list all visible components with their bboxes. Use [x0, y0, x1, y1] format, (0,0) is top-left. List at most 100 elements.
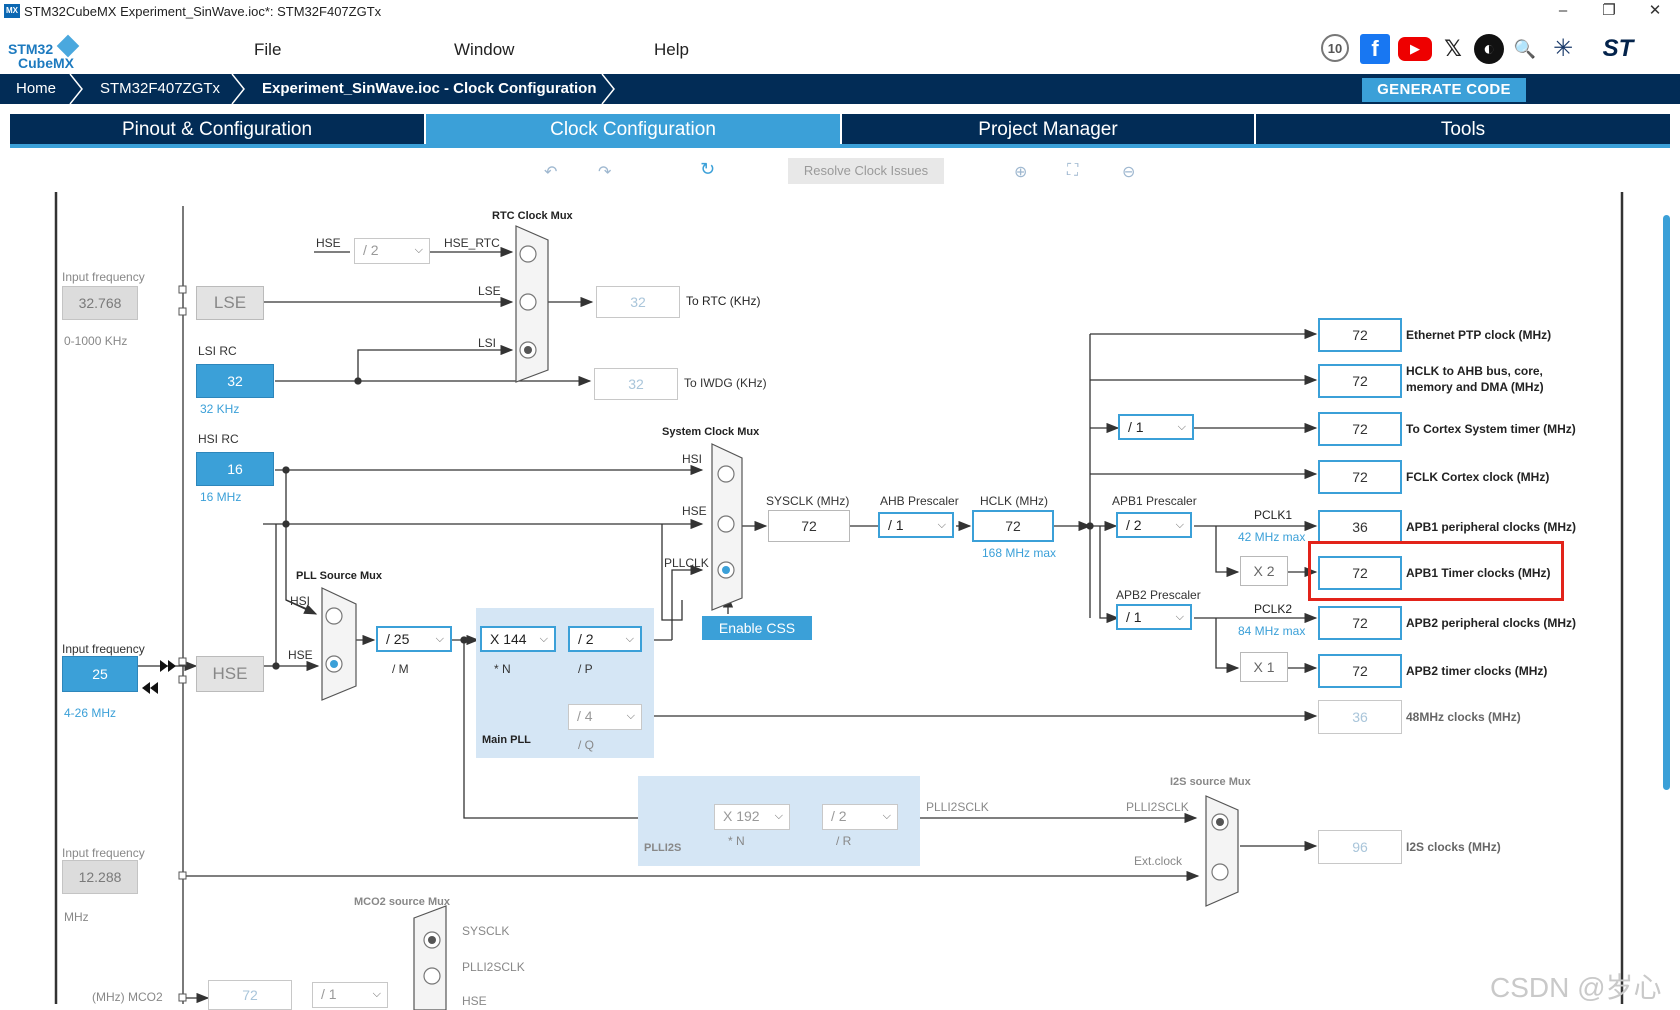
- apb2-prescaler-value: / 1: [1126, 609, 1142, 625]
- sysclk-label: SYSCLK (MHz): [766, 494, 850, 508]
- mco2-source-mux-title: MCO2 source Mux: [354, 896, 450, 908]
- plli2s-r-label: / R: [836, 834, 852, 848]
- apb1-timer-multiplier: X 2: [1240, 556, 1288, 586]
- i2s-clocks-value[interactable]: 96: [1318, 830, 1402, 864]
- plli2s-n-value: X 192: [723, 808, 760, 824]
- ext-input-frequency-label: Input frequency: [62, 846, 145, 860]
- pclk2-max-label: 84 MHz max: [1238, 624, 1306, 638]
- lse-oscillator: LSE: [196, 286, 264, 320]
- plli2s-r-value: / 2: [831, 808, 847, 824]
- rtc-lse-label: LSE: [478, 284, 501, 298]
- lse-range-label: 0-1000 KHz: [64, 334, 128, 348]
- hclk-value[interactable]: 72: [972, 510, 1054, 542]
- apb1-prescaler-select[interactable]: / 2 ⌵: [1116, 512, 1192, 538]
- i2s-mux-plli2sclk-label: PLLI2SCLK: [1126, 800, 1189, 814]
- chevron-down-icon: ⌵: [414, 244, 423, 256]
- ext-input-frequency-field[interactable]: 12.288: [62, 860, 138, 894]
- pll-p-divider-select[interactable]: / 2 ⌵: [568, 626, 642, 652]
- chevron-down-icon: ⌵: [882, 810, 891, 822]
- highlight-box: [1308, 541, 1564, 601]
- apb1-peripheral-clocks-value[interactable]: 36: [1318, 510, 1402, 544]
- fclk-cortex-clock-label: FCLK Cortex clock (MHz): [1406, 470, 1550, 484]
- to-rtc-label: To RTC (KHz): [686, 294, 761, 308]
- hse-input-frequency-field[interactable]: 25: [62, 656, 138, 692]
- apb2-prescaler-select[interactable]: / 1 ⌵: [1116, 604, 1192, 630]
- hse-rtc-divider-select[interactable]: / 2 ⌵: [354, 238, 430, 264]
- chevron-down-icon: ⌵: [372, 988, 381, 1000]
- chevron-down-icon: ⌵: [1175, 519, 1184, 531]
- 48mhz-clocks-value[interactable]: 36: [1318, 700, 1402, 734]
- hclk-ahb-value[interactable]: 72: [1318, 364, 1402, 398]
- ethernet-ptp-clock-value[interactable]: 72: [1318, 318, 1402, 352]
- mco2-output-label: (MHz) MCO2: [92, 990, 163, 1004]
- chevron-down-icon: ⌵: [625, 633, 634, 645]
- cortex-timer-divider-select[interactable]: / 1 ⌵: [1118, 414, 1194, 440]
- chevron-down-icon: ⌵: [774, 810, 783, 822]
- apb2-timer-multiplier: X 1: [1240, 652, 1288, 682]
- lsi-rc-value: 32: [196, 364, 274, 398]
- hclk-ahb-label-line2: memory and DMA (MHz): [1406, 380, 1544, 394]
- ahb-prescaler-label: AHB Prescaler: [880, 494, 959, 508]
- pll-m-divider-select[interactable]: / 25 ⌵: [376, 626, 452, 652]
- apb2-peripheral-clocks-value[interactable]: 72: [1318, 606, 1402, 640]
- watermark: CSDN @岁心: [1490, 972, 1662, 1003]
- to-iwdg-value: 32: [594, 368, 678, 400]
- plli2sclk-out-label: PLLI2SCLK: [926, 800, 989, 814]
- plli2s-n-label: * N: [728, 834, 745, 848]
- hsi-unit-label: 16 MHz: [200, 490, 242, 504]
- i2s-source-mux-title: I2S source Mux: [1170, 776, 1251, 788]
- mco2-divider-select[interactable]: / 1 ⌵: [312, 982, 388, 1008]
- plli2s-n-multiplier-select[interactable]: X 192 ⌵: [714, 804, 790, 830]
- pll-n-value: X 144: [490, 631, 527, 647]
- cortex-system-timer-label: To Cortex System timer (MHz): [1406, 422, 1576, 436]
- pll-n-label: * N: [494, 662, 511, 676]
- to-rtc-value: 32: [596, 286, 680, 318]
- scrollbar-thumb[interactable]: [1663, 215, 1670, 790]
- chevron-down-icon: ⌵: [1177, 421, 1186, 433]
- to-iwdg-label: To IWDG (KHz): [684, 376, 767, 390]
- hsi-rc-value: 16: [196, 452, 274, 486]
- pll-m-label: / M: [392, 662, 409, 676]
- lse-input-frequency-field[interactable]: 32.768: [62, 286, 138, 320]
- i2s-clocks-label: I2S clocks (MHz): [1406, 840, 1501, 854]
- plli2s-r-divider-select[interactable]: / 2 ⌵: [822, 804, 898, 830]
- pclk1-max-label: 42 MHz max: [1238, 530, 1306, 544]
- mco2-output-value[interactable]: 72: [208, 980, 292, 1010]
- enable-css-button[interactable]: Enable CSS: [702, 616, 812, 640]
- pll-n-multiplier-select[interactable]: X 144 ⌵: [480, 626, 556, 652]
- chevron-down-icon: ⌵: [1175, 611, 1184, 623]
- hse-input-frequency-label: Input frequency: [62, 642, 145, 656]
- main-pll-title: Main PLL: [482, 734, 531, 746]
- sys-mux-hse-label: HSE: [682, 504, 707, 518]
- 48mhz-clocks-label: 48MHz clocks (MHz): [1406, 710, 1521, 724]
- cortex-system-timer-value[interactable]: 72: [1318, 412, 1402, 446]
- pll-q-label: / Q: [578, 738, 595, 752]
- hse-oscillator: HSE: [196, 656, 264, 692]
- sysclk-value[interactable]: 72: [768, 510, 850, 542]
- ext-unit-label: MHz: [64, 910, 89, 924]
- apb2-timer-clocks-value[interactable]: 72: [1318, 654, 1402, 688]
- chevron-down-icon: ⌵: [539, 633, 548, 645]
- ahb-prescaler-value: / 1: [888, 517, 904, 533]
- hsi-rc-label: HSI RC: [198, 432, 239, 446]
- pll-m-value: / 25: [386, 631, 410, 647]
- hse-range-label: 4-26 MHz: [64, 706, 117, 720]
- ahb-prescaler-select[interactable]: / 1 ⌵: [878, 512, 954, 538]
- pll-p-label: / P: [578, 662, 593, 676]
- mco2-divider-value: / 1: [321, 986, 337, 1002]
- cortex-timer-divider-value: / 1: [1128, 419, 1144, 435]
- chevron-down-icon: ⌵: [937, 519, 946, 531]
- lse-input-frequency-label: Input frequency: [62, 270, 145, 284]
- chevron-down-icon: ⌵: [435, 633, 444, 645]
- pll-q-divider-select[interactable]: / 4 ⌵: [568, 704, 642, 730]
- pll-p-value: / 2: [578, 631, 594, 647]
- apb2-peripheral-clocks-label: APB2 peripheral clocks (MHz): [1406, 616, 1577, 630]
- fclk-cortex-clock-value[interactable]: 72: [1318, 460, 1402, 494]
- pll-q-value: / 4: [577, 708, 593, 724]
- chevron-down-icon: ⌵: [626, 710, 635, 722]
- plli2s-title: PLLI2S: [644, 842, 682, 854]
- lsi-rc-label: LSI RC: [198, 344, 237, 358]
- system-clock-mux-title: System Clock Mux: [662, 426, 760, 438]
- hclk-ahb-label: HCLK to AHB bus, core,: [1406, 364, 1543, 378]
- pll-src-hse-label: HSE: [288, 648, 313, 662]
